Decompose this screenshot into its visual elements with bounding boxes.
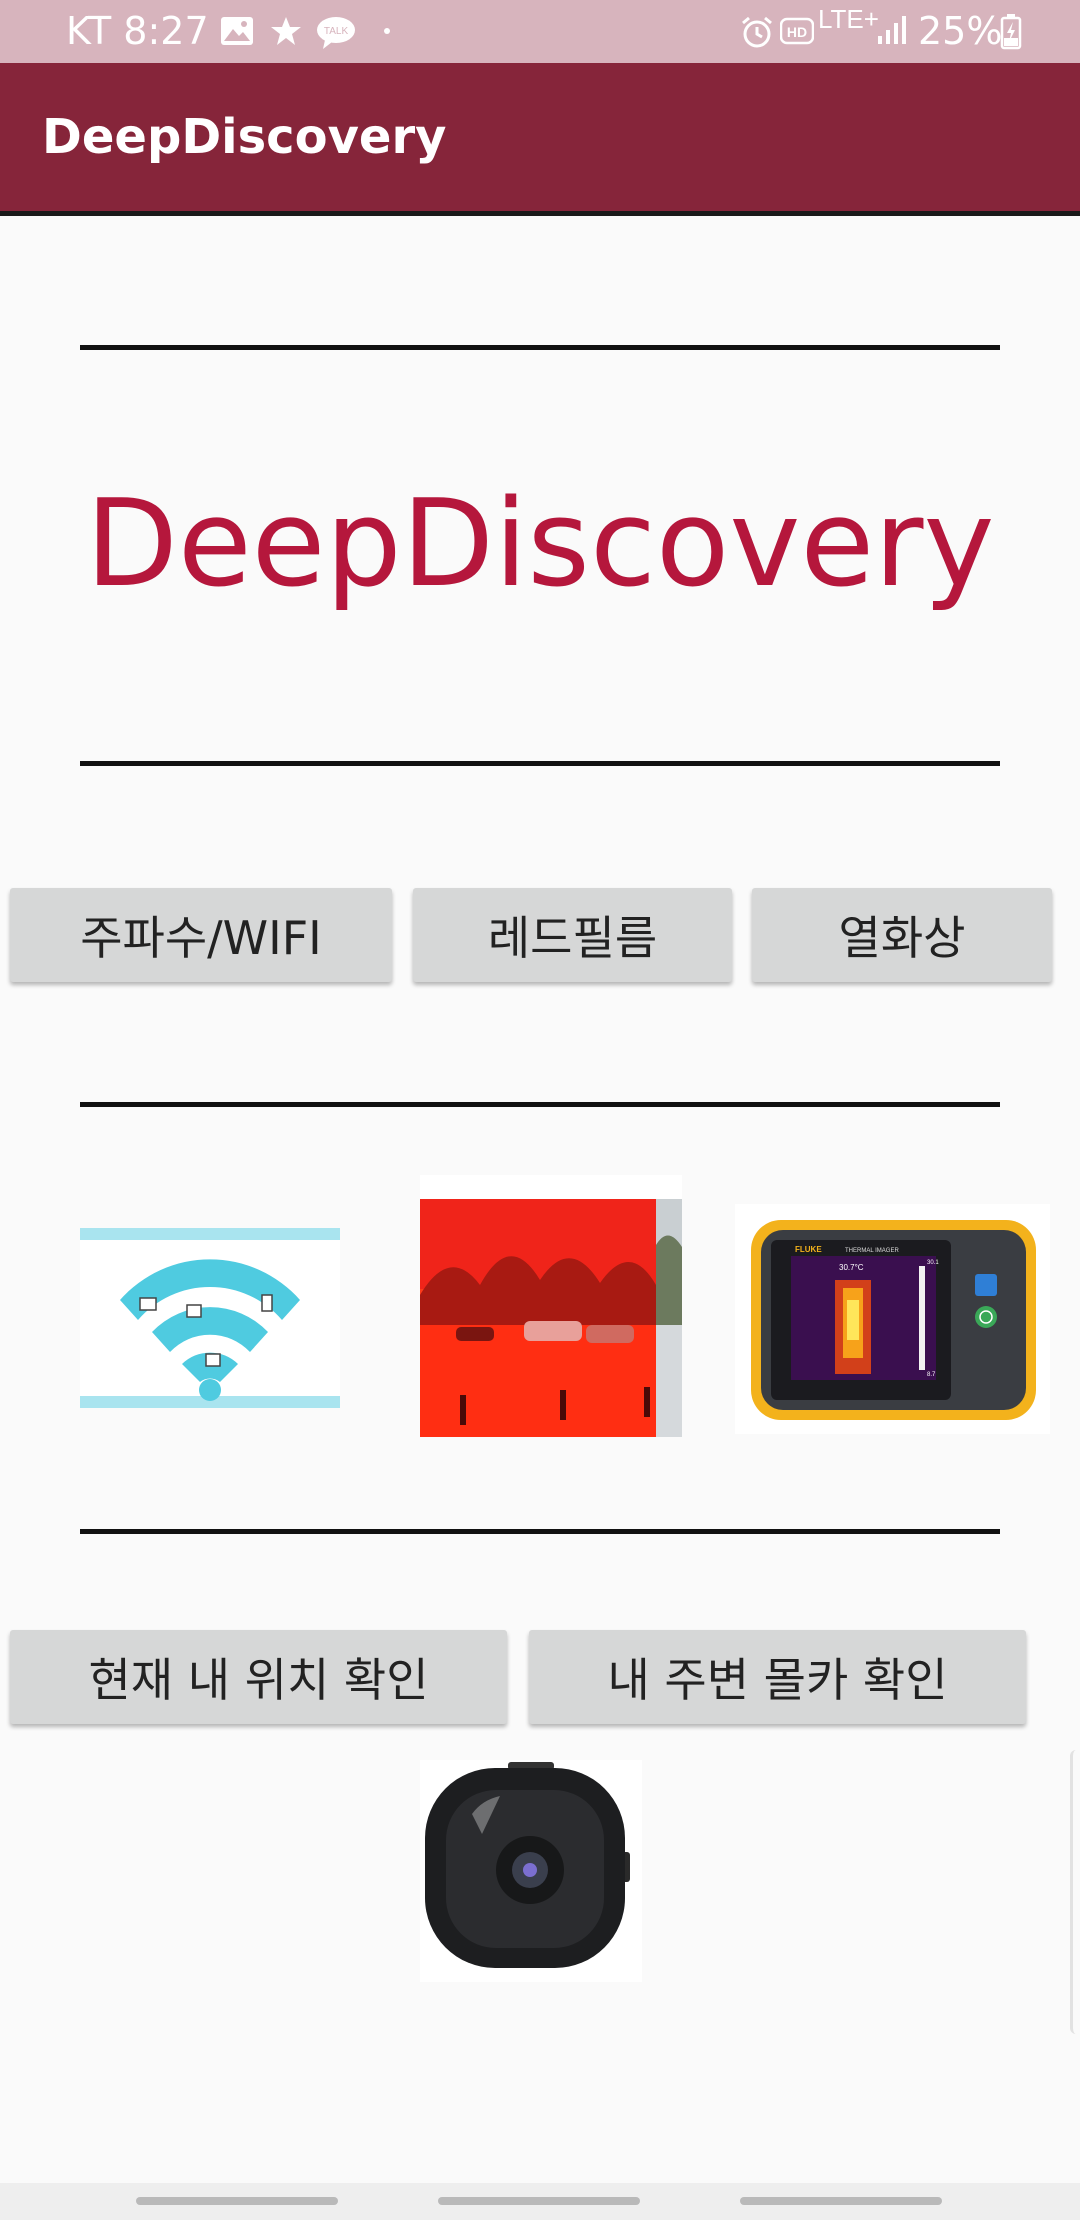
signal-icon (878, 16, 906, 44)
brand-heading: DeepDiscovery (85, 475, 995, 614)
divider-line (80, 1102, 1000, 1107)
lte-icon: LTE+ (818, 4, 879, 34)
fluke-brand-text: FLUKE (795, 1245, 822, 1254)
hd-icon: HD (780, 17, 814, 45)
alarm-icon (742, 16, 772, 48)
temperature-readout: 30.7°C (839, 1263, 864, 1272)
clock: 8:27 (123, 9, 209, 53)
edge-panel-handle[interactable] (1070, 1750, 1080, 2034)
recent-apps-gesture-hint[interactable] (136, 2197, 338, 2205)
scale-max-label: 30.1 (927, 1260, 939, 1266)
talk-badge-text: TALK (324, 26, 349, 37)
back-gesture-hint[interactable] (740, 2197, 942, 2205)
battery-icon (1000, 14, 1022, 50)
red-film-button[interactable]: 레드필름 (413, 888, 732, 982)
check-my-location-button[interactable]: 현재 내 위치 확인 (10, 1630, 507, 1724)
camera-icon (425, 1762, 630, 1968)
home-gesture-hint[interactable] (438, 2197, 640, 2205)
dot-icon (384, 28, 390, 34)
status-bar: KT 8:27 TALK HD LTE+ 25% (0, 0, 1080, 63)
status-carrier-time: KT 8:27 (66, 0, 209, 63)
star-icon (271, 17, 301, 45)
carrier-label: KT (66, 9, 112, 53)
camera-image (420, 1760, 642, 1982)
frequency-wifi-button-label: 주파수/WIFI (80, 911, 322, 965)
app-bar-title: DeepDiscovery (42, 109, 447, 165)
check-hidden-camera-button[interactable]: 내 주변 몰카 확인 (529, 1630, 1026, 1724)
kakaotalk-icon: TALK (317, 17, 355, 49)
thermal-button-label: 열화상 (838, 911, 966, 965)
wifi-image (80, 1228, 340, 1408)
divider-line (80, 1529, 1000, 1534)
frequency-wifi-button[interactable]: 주파수/WIFI (10, 888, 392, 982)
red-film-image (420, 1175, 682, 1437)
red-film-scene (420, 1175, 682, 1437)
red-film-button-label: 레드필름 (487, 911, 658, 965)
wifi-icon (120, 1259, 300, 1401)
check-my-location-label: 현재 내 위치 확인 (88, 1653, 429, 1707)
app-bar-divider (0, 211, 1080, 216)
divider-line (80, 345, 1000, 350)
app-bar: DeepDiscovery (0, 63, 1080, 211)
divider-line (80, 761, 1000, 766)
check-hidden-camera-label: 내 주변 몰카 확인 (607, 1653, 948, 1707)
thermal-button[interactable]: 열화상 (752, 888, 1052, 982)
hd-badge-text: HD (787, 24, 807, 40)
thermal-imager-image: FLUKE THERMAL IMAGER 30.7°C 30.1 8.7 (735, 1204, 1050, 1434)
thermal-device: FLUKE THERMAL IMAGER 30.7°C 30.1 8.7 (751, 1220, 1036, 1420)
thermal-imager-label: THERMAL IMAGER (845, 1248, 899, 1254)
navigation-bar (0, 2183, 1080, 2220)
gallery-icon (221, 17, 253, 45)
battery-percent: 25% (918, 9, 1003, 53)
scale-min-label: 8.7 (927, 1372, 936, 1378)
